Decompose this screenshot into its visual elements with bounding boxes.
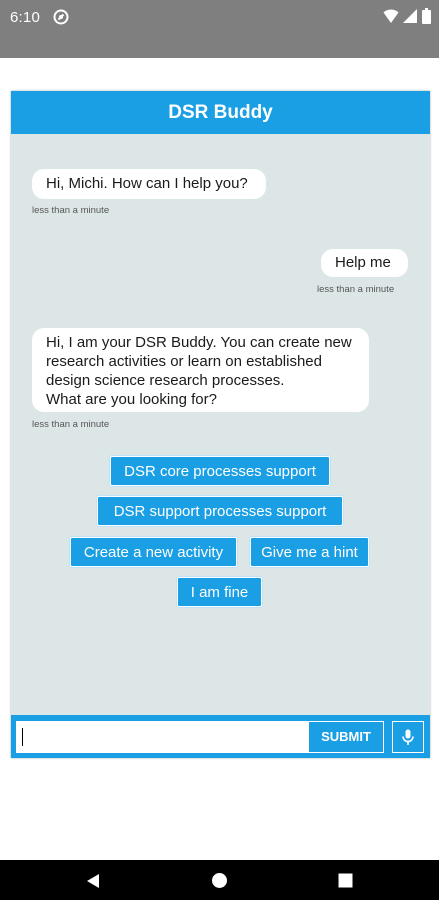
status-bar: 6:10 bbox=[0, 0, 439, 58]
notification-app-icon bbox=[53, 9, 69, 25]
message-line: design science research processes. bbox=[46, 372, 285, 389]
user-message: Help me bbox=[321, 249, 408, 277]
back-icon[interactable] bbox=[86, 873, 100, 894]
message-input[interactable] bbox=[16, 721, 308, 753]
quick-reply-give-hint[interactable]: Give me a hint bbox=[250, 537, 369, 567]
battery-icon bbox=[422, 8, 431, 24]
message-line: What are you looking for? bbox=[46, 391, 217, 408]
quick-reply-i-am-fine[interactable]: I am fine bbox=[177, 577, 262, 607]
message-line: Hi, I am your DSR Buddy. You can create … bbox=[46, 334, 352, 351]
home-icon[interactable] bbox=[211, 872, 228, 894]
chat-widget: DSR Buddy Hi, Michi. How can I help you?… bbox=[11, 91, 430, 758]
quick-reply-dsr-support[interactable]: DSR support processes support bbox=[97, 496, 343, 526]
submit-button[interactable]: SUBMIT bbox=[308, 721, 384, 753]
quick-reply-create-activity[interactable]: Create a new activity bbox=[70, 537, 237, 567]
bot-message: Hi, I am your DSR Buddy. You can create … bbox=[32, 328, 369, 412]
chat-header-title: DSR Buddy bbox=[11, 91, 430, 134]
message-text: Hi, Michi. How can I help you? bbox=[46, 175, 248, 192]
wifi-icon bbox=[383, 8, 399, 24]
text-cursor bbox=[22, 728, 23, 746]
message-composer: SUBMIT bbox=[11, 715, 430, 758]
message-timestamp: less than a minute bbox=[32, 205, 110, 216]
quick-reply-dsr-core[interactable]: DSR core processes support bbox=[110, 456, 330, 486]
app-screen: 6:10 DSR Buddy Hi, Michi. How can I help… bbox=[0, 0, 439, 900]
bot-message: Hi, Michi. How can I help you? bbox=[32, 169, 266, 199]
recents-icon[interactable] bbox=[338, 873, 353, 893]
cellular-signal-icon bbox=[403, 8, 418, 24]
message-text: Help me bbox=[335, 254, 391, 271]
message-timestamp: less than a minute bbox=[317, 284, 395, 295]
microphone-icon bbox=[402, 729, 414, 745]
microphone-button[interactable] bbox=[392, 721, 424, 753]
message-line: research activities or learn on establis… bbox=[46, 353, 322, 370]
status-icons bbox=[383, 8, 431, 24]
navigation-bar bbox=[0, 860, 439, 900]
message-timestamp: less than a minute bbox=[32, 419, 110, 430]
status-time: 6:10 bbox=[10, 9, 40, 26]
